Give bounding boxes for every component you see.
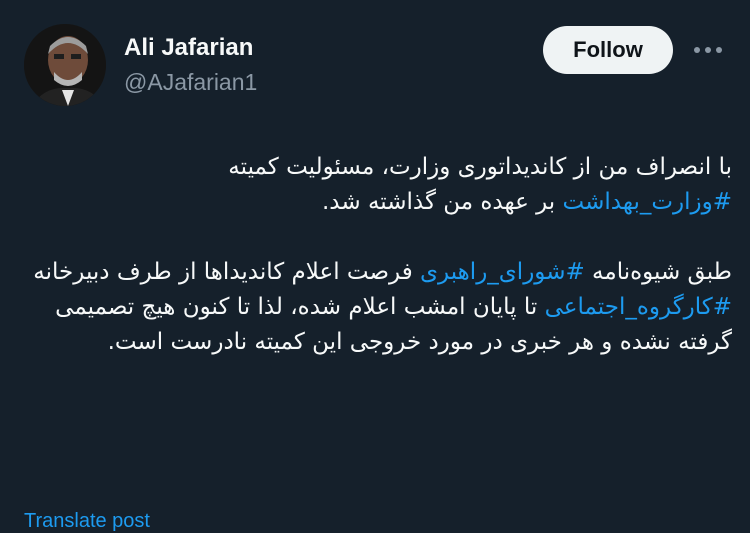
more-horizontal-icon — [694, 47, 722, 53]
tweet-paragraph: طبق شیوه‌نامه #شورای_راهبری فرصت اعلام ک… — [20, 255, 732, 360]
tweet-text-segment: فرصت اعلام کاندیداها از طرف دبیرخانه — [33, 259, 421, 285]
follow-button[interactable]: Follow — [543, 26, 673, 74]
hashtag-link[interactable]: #وزارت_بهداشت — [563, 189, 732, 215]
hashtag-link[interactable]: #کارگروه_اجتماعی — [545, 294, 732, 320]
author-handle[interactable]: @AJafarian1 — [124, 69, 257, 96]
hashtag-link[interactable]: #شورای_راهبری — [420, 259, 585, 285]
tweet-text-segment: بر عهده من گذاشته شد. — [321, 189, 563, 215]
tweet-text: با انصراف من از کاندیداتوری وزارت، مسئول… — [20, 150, 732, 360]
translate-post-link[interactable]: Translate post — [24, 510, 150, 533]
author-name[interactable]: Ali Jafarian — [124, 34, 253, 62]
tweet-paragraph: با انصراف من از کاندیداتوری وزارت، مسئول… — [20, 150, 732, 220]
avatar[interactable] — [24, 24, 106, 106]
avatar-photo — [24, 24, 106, 106]
more-options-button[interactable] — [690, 34, 726, 66]
tweet-text-segment: طبق شیوه‌نامه — [584, 259, 732, 285]
tweet-text-segment: با انصراف من از کاندیداتوری وزارت، مسئول… — [228, 154, 732, 180]
